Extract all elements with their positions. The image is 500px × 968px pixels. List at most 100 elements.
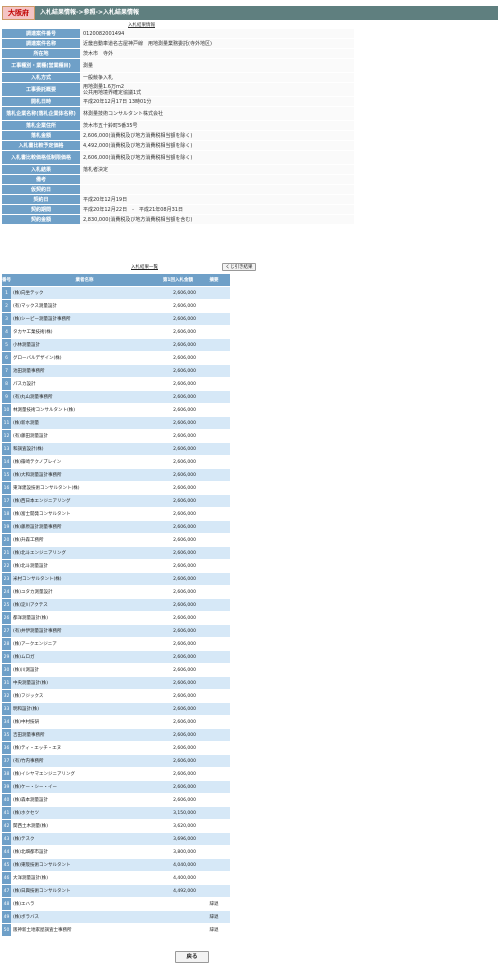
bid-amount: 2,606,000 bbox=[158, 638, 198, 650]
row-number: 48 bbox=[2, 898, 11, 910]
bid-amount: 2,606,000 bbox=[158, 794, 198, 806]
info-label: 落札企業住所 bbox=[2, 121, 80, 130]
bidder-name: (株)川測設計 bbox=[11, 664, 158, 676]
table-row: 42 関西土木測量(株) 3,620,000 bbox=[2, 820, 230, 832]
table-row: 44 (株)北畑都市設計 3,800,000 bbox=[2, 846, 230, 858]
bid-remark bbox=[198, 521, 230, 533]
row-number: 36 bbox=[2, 742, 11, 754]
bidder-name: (株)テスク bbox=[11, 833, 158, 845]
bid-remark: 辞退 bbox=[198, 924, 230, 936]
info-value: 2,606,000(消費税及び地方消費税相当額を除く) bbox=[80, 131, 354, 140]
bid-amount: 2,606,000 bbox=[158, 703, 198, 715]
info-row: 落札金額 2,606,000(消費税及び地方消費税相当額を除く) bbox=[2, 131, 354, 140]
bid-amount: 2,606,000 bbox=[158, 326, 198, 338]
bidder-name: (株)大和測量設計事務所 bbox=[11, 469, 158, 481]
row-number: 16 bbox=[2, 482, 11, 494]
info-row: 入札書比較予定価格 4,492,000(消費税及び地方消費税相当額を除く) bbox=[2, 141, 354, 150]
bidder-name: (株)向坐テック bbox=[11, 287, 158, 299]
info-value: 平成20年12月17日 13時01分 bbox=[80, 97, 354, 106]
row-number: 29 bbox=[2, 651, 11, 663]
row-number: 18 bbox=[2, 508, 11, 520]
bid-remark bbox=[198, 703, 230, 715]
bid-info-table: 調達案件番号 0120082001494 調達案件名称 近畿自動車道名古屋神戸線 用地… bbox=[2, 28, 354, 225]
bid-amount: 2,606,000 bbox=[158, 573, 198, 585]
table-row: 5 小林測量設計 2,606,000 bbox=[2, 339, 230, 351]
bidder-name: 阪神新土地家屋調査士事務所 bbox=[11, 924, 158, 936]
row-number: 20 bbox=[2, 534, 11, 546]
bid-amount: 2,606,000 bbox=[158, 729, 198, 741]
info-label: 入札結果 bbox=[2, 165, 80, 174]
info-label: 工事委託概要 bbox=[2, 83, 80, 96]
bid-amount: 2,606,000 bbox=[158, 742, 198, 754]
bidder-name: (株)篠崎テクノブレイン bbox=[11, 456, 158, 468]
bid-remark bbox=[198, 872, 230, 884]
bid-remark bbox=[198, 846, 230, 858]
info-label: 備考 bbox=[2, 175, 80, 184]
bid-remark bbox=[198, 716, 230, 728]
row-number: 32 bbox=[2, 690, 11, 702]
bid-amount: 2,606,000 bbox=[158, 599, 198, 611]
table-row: 17 (株)西日本エンジニアリング 2,606,000 bbox=[2, 495, 230, 507]
bid-remark bbox=[198, 833, 230, 845]
info-label: 契約日 bbox=[2, 195, 80, 204]
info-value: 平成20年12月19日 bbox=[80, 195, 354, 204]
table-row: 4 タカヤ工業技術(株) 2,606,000 bbox=[2, 326, 230, 338]
bid-amount: 2,606,000 bbox=[158, 508, 198, 520]
table-row: 46 大洋測量設計(株) 4,400,000 bbox=[2, 872, 230, 884]
back-button[interactable]: 戻る bbox=[175, 951, 209, 963]
bid-remark bbox=[198, 378, 230, 390]
info-value: 4,492,000(消費税及び地方消費税相当額を除く) bbox=[80, 141, 354, 150]
bidder-name: (株)日興技術コンサルタント bbox=[11, 885, 158, 897]
row-number: 25 bbox=[2, 599, 11, 611]
bidder-name: (株)中村技研 bbox=[11, 716, 158, 728]
info-label: 落札金額 bbox=[2, 131, 80, 140]
bid-amount: 2,606,000 bbox=[158, 352, 198, 364]
bid-remark bbox=[198, 534, 230, 546]
col-no-header: 番号 bbox=[2, 274, 11, 286]
table-row: 11 (株)新水測量 2,606,000 bbox=[2, 417, 230, 429]
bid-remark bbox=[198, 664, 230, 676]
bidder-name: (有)藤田測量設計 bbox=[11, 430, 158, 442]
bid-remark bbox=[198, 404, 230, 416]
info-label: 入札書比較予定価格 bbox=[2, 141, 80, 150]
bid-remark bbox=[198, 391, 230, 403]
table-row: 20 (株)升森工務所 2,606,000 bbox=[2, 534, 230, 546]
table-row: 47 (株)日興技術コンサルタント 4,492,000 bbox=[2, 885, 230, 897]
bid-amount: 2,606,000 bbox=[158, 612, 198, 624]
results-table: 番号 業者名称 第1回入札金額 摘要 1 (株)向坐テック 2,606,000 2 (有… bbox=[2, 273, 230, 937]
bid-remark bbox=[198, 807, 230, 819]
info-row: 落札企業名称(落札企業体名称) 林測量技術コンサルタント株式会社 bbox=[2, 107, 354, 120]
bidder-name: (株)ユタカ測量設計 bbox=[11, 586, 158, 598]
breadcrumb: 入札結果情報->参照->入札結果情報 bbox=[40, 9, 140, 16]
table-row: 1 (株)向坐テック 2,606,000 bbox=[2, 287, 230, 299]
bid-amount: 3,800,000 bbox=[158, 846, 198, 858]
info-label: 入札方式 bbox=[2, 73, 80, 82]
table-row: 8 パスカ設計 2,606,000 bbox=[2, 378, 230, 390]
bid-amount: 4,492,000 bbox=[158, 885, 198, 897]
bidder-name: 東洋建設技術コンサルタント(株) bbox=[11, 482, 158, 494]
row-number: 37 bbox=[2, 755, 11, 767]
bidder-name: (株)イシヤマエンジニアリング bbox=[11, 768, 158, 780]
bid-remark: 辞退 bbox=[198, 898, 230, 910]
info-row: 工事種別・業種(営業種目) 測量 bbox=[2, 59, 354, 72]
info-label: 開札日時 bbox=[2, 97, 80, 106]
bid-amount: 2,606,000 bbox=[158, 664, 198, 676]
info-row: 調達案件名称 近畿自動車道名古屋神戸線 用地測量業務委託(寺外地区) bbox=[2, 39, 354, 48]
bid-remark bbox=[198, 547, 230, 559]
bid-remark bbox=[198, 313, 230, 325]
bid-remark bbox=[198, 690, 230, 702]
bid-amount: 2,606,000 bbox=[158, 482, 198, 494]
bid-remark bbox=[198, 794, 230, 806]
table-row: 29 (株)ムロガ 2,606,000 bbox=[2, 651, 230, 663]
info-value bbox=[80, 175, 354, 184]
table-row: 37 (有)竹内事務所 2,606,000 bbox=[2, 755, 230, 767]
info-row: 契約日 平成20年12月19日 bbox=[2, 195, 354, 204]
row-number: 12 bbox=[2, 430, 11, 442]
bid-amount: 2,606,000 bbox=[158, 313, 198, 325]
row-number: 6 bbox=[2, 352, 11, 364]
row-number: 21 bbox=[2, 547, 11, 559]
table-row: 50 阪神新土地家屋調査士事務所 辞退 bbox=[2, 924, 230, 936]
lottery-result-button[interactable]: くじ引き結果 bbox=[222, 263, 256, 271]
table-row: 9 (有)丸山測量事務所 2,606,000 bbox=[2, 391, 230, 403]
table-row: 33 明和設計(株) 2,606,000 bbox=[2, 703, 230, 715]
